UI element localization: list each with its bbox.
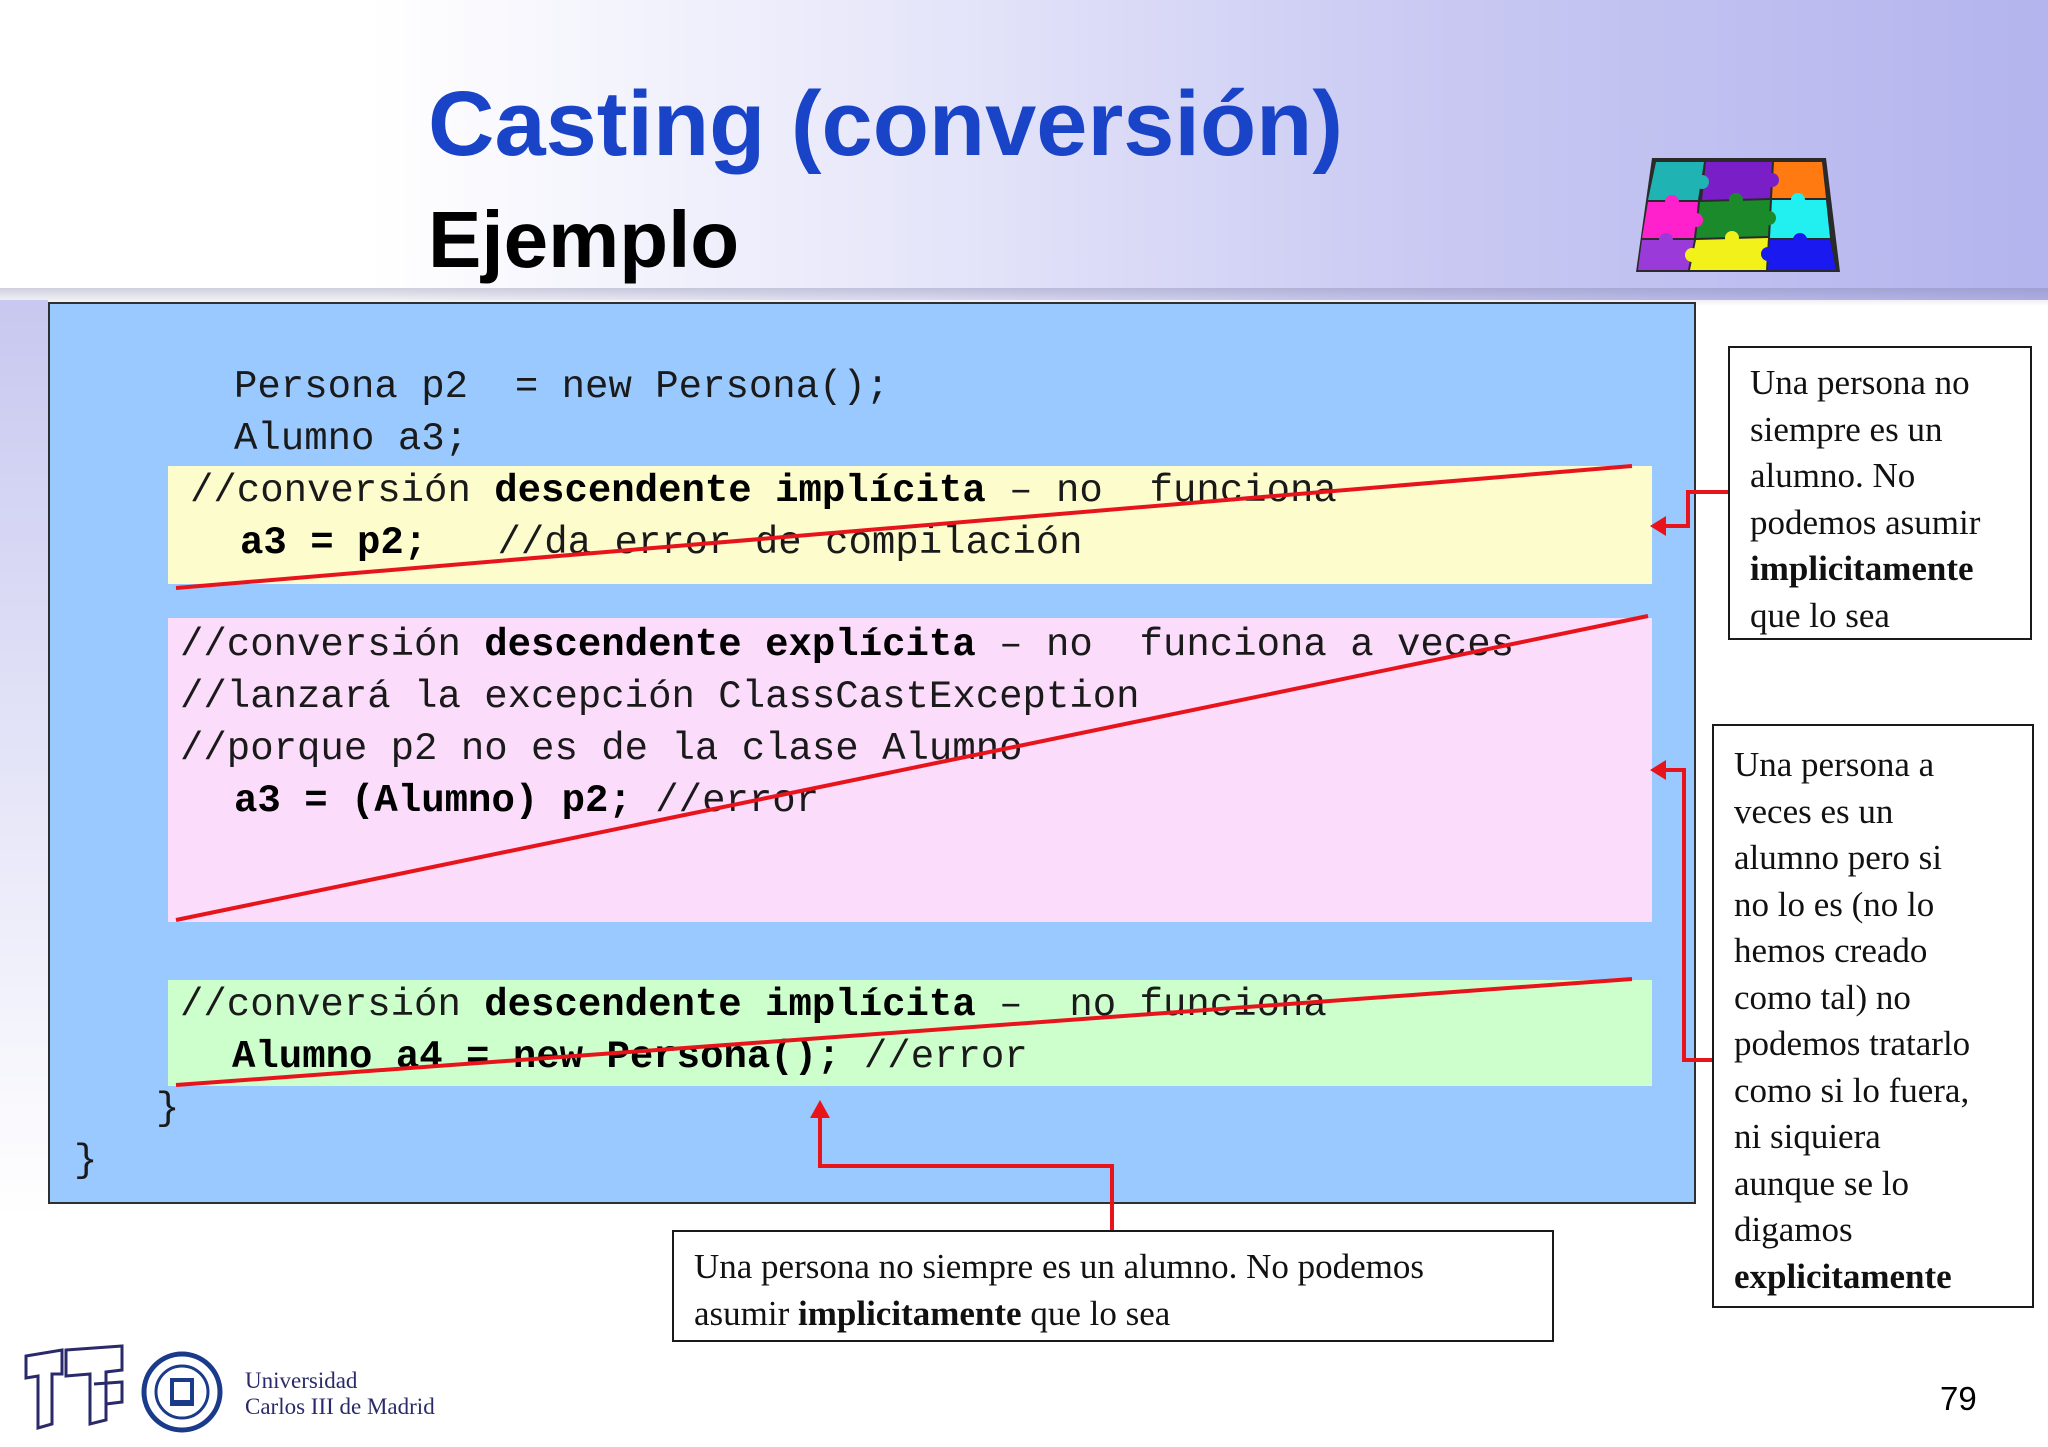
callout-bottom: Una persona no siempre es un alumno. No … (672, 1230, 1554, 1342)
text-run: //porque p2 no es de la clase Alumno (180, 727, 1023, 771)
text-run: – no funciona (975, 983, 1327, 1027)
callout-line: Una persona no siempre es un alumno. No … (694, 1244, 1552, 1291)
slide-subtitle: Ejemplo (428, 195, 740, 284)
text-run: //da error de compilación (427, 521, 1083, 565)
university-name-line2: Carlos III de Madrid (245, 1394, 435, 1419)
text-run: Una persona a (1734, 745, 1935, 784)
code-line: a3 = (Alumno) p2; //error (234, 782, 819, 821)
slide-title: Casting (conversión) (428, 73, 1344, 175)
text-run: alumno. No (1750, 456, 1916, 495)
bold-text: a3 = p2; (240, 521, 428, 565)
callout-line: podemos asumir (1750, 500, 2030, 547)
code-line: } (156, 1090, 179, 1129)
bold-text: implicitamente (1750, 549, 1974, 588)
callout-line: alumno pero si (1734, 835, 2032, 882)
callout-line: hemos creado (1734, 928, 2032, 975)
bold-text: descendente implícita (484, 983, 976, 1027)
callout-line: alumno. No (1750, 453, 2030, 500)
code-line: //lanzará la excepción ClassCastExceptio… (180, 678, 1140, 717)
code-line: Alumno a4 = new Persona(); //error (232, 1038, 1028, 1077)
callout-line: ni siquiera (1734, 1114, 2032, 1161)
callout-line: digamos (1734, 1207, 2032, 1254)
callout-line: explicitamente (1734, 1254, 2032, 1301)
text-run: no lo es (no lo (1734, 884, 1935, 924)
code-line: //conversión descendente explícita – no … (180, 626, 1514, 665)
text-run: aunque se lo (1734, 1163, 1909, 1203)
text-run: Una persona no siempre es un alumno. No … (694, 1247, 1424, 1286)
text-run: //error (840, 1035, 1028, 1079)
text-run: – no funciona (985, 469, 1337, 513)
code-line: } (74, 1142, 97, 1181)
code-line: //conversión descendente implícita – no … (190, 472, 1337, 511)
text-run: – no funciona a veces (975, 623, 1515, 667)
callout-right-bottom: Una persona a veces es un alumno pero si no… (1712, 724, 2034, 1308)
bold-text: descendente implícita (494, 469, 986, 513)
code-line: a3 = p2; //da error de compilación (240, 524, 1083, 563)
callout-line: aunque se lo (1734, 1161, 2032, 1208)
text-run: siempre es un (1750, 409, 1943, 449)
puzzle-icon (1636, 158, 1840, 272)
code-line: //conversión descendente implícita – no … (180, 986, 1327, 1025)
callout-line: que lo sea (1750, 593, 2030, 640)
bold-text: descendente explícita (484, 623, 976, 667)
text-run: } (156, 1087, 180, 1131)
text-run: //error (631, 779, 820, 823)
text-run: como tal) no (1734, 977, 1911, 1017)
text-run: podemos tratarlo (1734, 1024, 1971, 1063)
bold-text: a3 = (Alumno) p2; (234, 779, 632, 823)
text-run: Una persona no (1750, 363, 1970, 402)
callout-line: asumir implicitamente que lo sea (694, 1291, 1552, 1338)
text-run: Persona p2 = new Persona(); (234, 365, 890, 409)
callout-line: podemos tratarlo (1734, 1021, 2032, 1068)
university-name: Universidad Carlos III de Madrid (245, 1368, 435, 1420)
text-run: veces es un (1734, 791, 1894, 831)
callout-line: Una persona no (1750, 360, 2030, 407)
callout-line: no lo es (no lo (1734, 882, 2032, 929)
bold-text: implicitamente (798, 1293, 1022, 1333)
page-number: 79 (1940, 1380, 1977, 1417)
code-line: //porque p2 no es de la clase Alumno (180, 730, 1023, 769)
bold-text: Alumno a4 = new Persona(); (232, 1035, 841, 1079)
text-run: hemos creado (1734, 931, 1928, 970)
code-line: Persona p2 = new Persona(); (234, 368, 889, 407)
callout-line: como tal) no (1734, 975, 2032, 1022)
slide-left-band (0, 300, 48, 1220)
text-run: Alumno a3; (234, 417, 469, 461)
text-run: como si lo fuera, (1734, 1070, 1970, 1110)
text-run: alumno pero si (1734, 838, 1943, 877)
text-run: //conversión (180, 623, 485, 667)
text-run: que lo sea (1750, 595, 1890, 635)
bold-text: explicitamente (1734, 1256, 1952, 1296)
callout-line: Una persona a (1734, 742, 2032, 789)
callout-line: siempre es un (1750, 407, 2030, 454)
text-run: podemos asumir (1750, 502, 1981, 542)
text-run: //conversión (180, 983, 485, 1027)
university-name-line1: Universidad (245, 1368, 358, 1393)
callout-line: veces es un (1734, 789, 2032, 836)
text-run: //conversión (190, 469, 495, 513)
code-line: Alumno a3; (234, 420, 468, 459)
text-run: //lanzará la excepción ClassCastExceptio… (180, 675, 1140, 719)
callout-line: como si lo fuera, (1734, 1068, 2032, 1115)
callout-line: implicitamente (1750, 546, 2030, 593)
text-run: digamos (1734, 1210, 1853, 1249)
text-run: asumir (694, 1293, 799, 1333)
callout-right-top: Una persona no siempre es un alumno. No pod… (1728, 346, 2032, 640)
text-run: que lo sea (1021, 1293, 1171, 1333)
text-run: ni siquiera (1734, 1117, 1881, 1156)
text-run: } (74, 1139, 98, 1183)
